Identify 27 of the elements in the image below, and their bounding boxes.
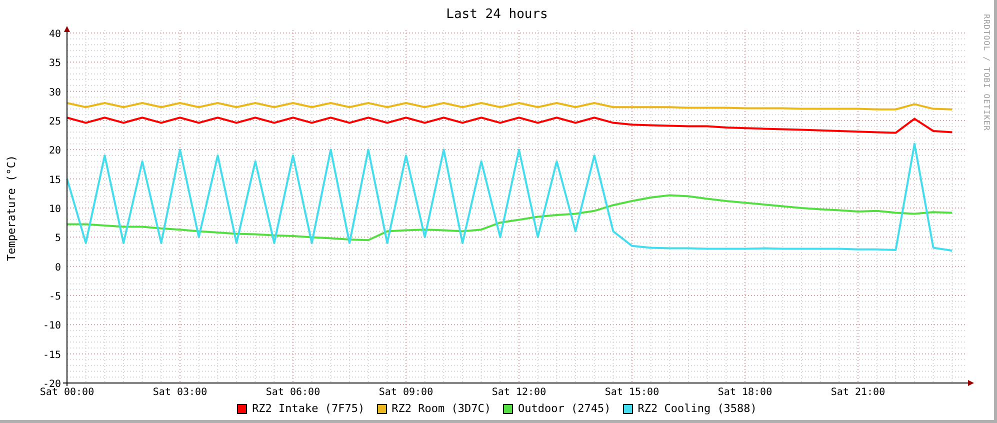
x-tick-label: Sat 15:00 [604, 387, 660, 398]
legend-label: RZ2 Intake (7F75) [252, 400, 365, 417]
y-tick-label: 10 [48, 204, 61, 215]
x-tick-label: Sat 00:00 [40, 387, 94, 398]
x-tick-label: Sat 18:00 [718, 387, 772, 398]
y-tick-label: 30 [48, 87, 61, 98]
y-axis-label: Temperature (°C) [5, 155, 18, 261]
x-tick-label: Sat 12:00 [492, 387, 546, 398]
y-tick-label: 25 [48, 116, 61, 128]
x-tick-label: Sat 03:00 [152, 387, 208, 398]
y-tick-label: 5 [54, 233, 61, 244]
legend-label: RZ2 Cooling (3588) [638, 400, 757, 417]
legend-label: Outdoor (2745) [518, 400, 611, 417]
x-tick-label: Sat 09:00 [378, 387, 434, 398]
x-tick-label: Sat 06:00 [266, 387, 320, 398]
credit-text: RRDTOOL / TOBI OETIKER [982, 14, 991, 131]
y-tick-label: 40 [48, 29, 61, 40]
y-tick-label: 20 [48, 146, 61, 157]
legend-label: RZ2 Room (3D7C) [392, 400, 491, 417]
x-tick-label: Sat 21:00 [830, 387, 886, 398]
y-tick-label: 0 [54, 262, 61, 274]
y-tick-label: -5 [48, 292, 61, 302]
y-tick-label: -10 [42, 320, 61, 332]
y-tick-label: 35 [48, 58, 61, 70]
y-tick-label: -15 [42, 350, 61, 361]
chart-title: Last 24 hours [446, 7, 548, 22]
y-tick-label: 15 [48, 174, 61, 186]
